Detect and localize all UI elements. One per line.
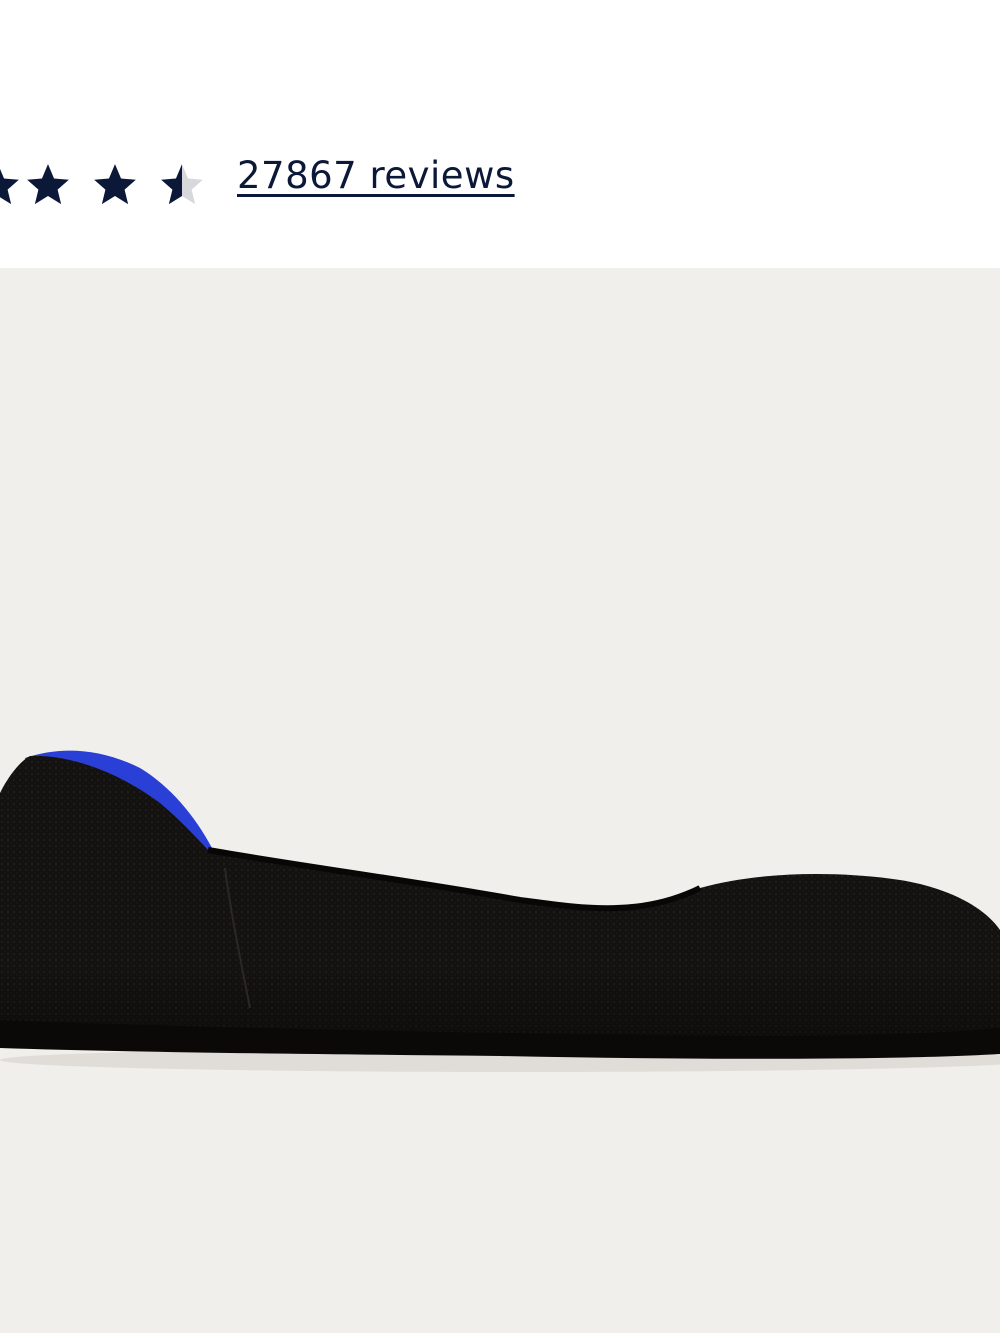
- product-title: e Flat: [0, 0, 300, 12]
- star-full-icon: [22, 160, 74, 210]
- product-image[interactable]: [0, 268, 1000, 1333]
- product-shoe-photo-icon: [0, 750, 1000, 1072]
- star-full-icon: [0, 160, 24, 210]
- star-full-icon: [89, 160, 141, 210]
- star-half-icon: [156, 160, 208, 210]
- reviews-link[interactable]: 27867 reviews: [237, 154, 515, 197]
